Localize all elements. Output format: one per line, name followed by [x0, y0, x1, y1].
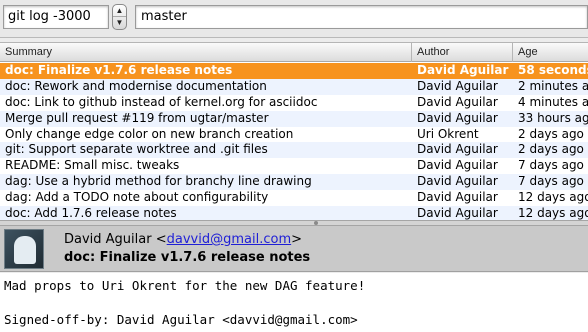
commit-message: Mad props to Uri Okrent for the new DAG … — [0, 273, 588, 332]
branch-input[interactable]: master — [135, 5, 588, 29]
user-avatar-icon — [4, 229, 44, 269]
cell-author: David Aguilar — [417, 110, 498, 125]
table-row[interactable]: doc: Rework and modernise documentation D… — [0, 78, 588, 95]
message-line — [4, 294, 584, 311]
stepper-down-icon[interactable]: ▼ — [113, 17, 126, 29]
commit-author-name: David Aguilar — [64, 232, 152, 247]
cell-age: 58 seconds ago — [518, 63, 588, 77]
cell-age: 33 hours ago — [518, 110, 588, 125]
cell-summary: README: Small misc. tweaks — [5, 158, 180, 173]
cell-summary: doc: Rework and modernise documentation — [5, 78, 267, 93]
cell-age: 7 days ago — [518, 174, 584, 189]
cell-author: David Aguilar — [417, 142, 498, 157]
table-row[interactable]: git: Support separate worktree and .git … — [0, 142, 588, 159]
column-header-summary[interactable]: Summary — [0, 43, 412, 62]
cell-age: 2 minutes ago — [518, 78, 588, 93]
cell-age: 4 minutes ago — [518, 94, 588, 109]
cell-summary: git: Support separate worktree and .git … — [5, 142, 268, 157]
commit-author-line: David Aguilar <davvid@gmail.com> — [64, 232, 302, 247]
cell-age: 2 days ago — [518, 126, 584, 141]
table-row[interactable]: dag: Add a TODO note about configurabili… — [0, 190, 588, 206]
cell-summary: doc: Link to github instead of kernel.or… — [5, 94, 318, 109]
table-row[interactable]: dag: Use a hybrid method for branchy lin… — [0, 174, 588, 191]
commit-author-email-link[interactable]: davvid@gmail.com — [167, 232, 291, 247]
cell-summary: Only change edge color on new branch cre… — [5, 126, 294, 141]
cell-summary: dag: Use a hybrid method for branchy lin… — [5, 174, 312, 189]
count-stepper[interactable]: ▲ ▼ — [112, 4, 127, 30]
cell-author: David Aguilar — [417, 63, 509, 77]
cell-summary: doc: Add 1.7.6 release notes — [5, 206, 177, 220]
avatar-figure — [14, 236, 36, 264]
commit-header: David Aguilar <davvid@gmail.com> doc: Fi… — [0, 226, 588, 272]
cell-summary: dag: Add a TODO note about configurabili… — [5, 190, 269, 205]
email-close-bracket: > — [291, 232, 303, 247]
table-row[interactable]: README: Small misc. tweaks David Aguilar 7… — [0, 158, 588, 174]
cell-author: David Aguilar — [417, 78, 498, 93]
column-header-author[interactable]: Author — [412, 43, 513, 62]
splitter-handle-icon[interactable] — [314, 221, 318, 225]
cell-age: 2 days ago — [518, 142, 584, 157]
cell-author: Uri Okrent — [417, 126, 479, 141]
email-open-bracket: < — [155, 232, 167, 247]
cell-author: David Aguilar — [417, 174, 498, 189]
stepper-up-icon[interactable]: ▲ — [113, 5, 126, 17]
cell-summary: Merge pull request #119 from ugtar/maste… — [5, 110, 269, 125]
table-header: Summary Author Age — [0, 43, 588, 62]
table-row[interactable]: doc: Add 1.7.6 release notes David Aguila… — [0, 206, 588, 220]
cell-age: 7 days ago — [518, 158, 584, 173]
cell-summary: doc: Finalize v1.7.6 release notes — [5, 63, 233, 77]
table-row[interactable]: Only change edge color on new branch cre… — [0, 127, 588, 143]
message-line: Signed-off-by: David Aguilar <davvid@gma… — [4, 312, 358, 327]
table-row[interactable]: doc: Link to github instead of kernel.or… — [0, 95, 588, 111]
log-query-input[interactable]: git log -3000 — [3, 5, 109, 29]
commit-subject: doc: Finalize v1.7.6 release notes — [64, 250, 311, 265]
table-row[interactable]: Merge pull request #119 from ugtar/maste… — [0, 110, 588, 127]
cell-age: 12 days ago — [518, 206, 588, 220]
cell-author: David Aguilar — [417, 158, 498, 173]
cell-author: David Aguilar — [417, 190, 498, 205]
message-line: Mad props to Uri Okrent for the new DAG … — [4, 278, 366, 293]
table-body: doc: Finalize v1.7.6 release notes David … — [0, 63, 588, 220]
table-row-selected[interactable]: doc: Finalize v1.7.6 release notes David … — [0, 63, 588, 79]
commit-table: Summary Author Age doc: Finalize v1.7.6 … — [0, 42, 588, 220]
cell-age: 12 days ago — [518, 190, 588, 205]
cell-author: David Aguilar — [417, 206, 498, 220]
cell-author: David Aguilar — [417, 94, 498, 109]
toolbar: git log -3000 ▲ ▼ master — [0, 0, 588, 38]
column-header-age[interactable]: Age — [513, 43, 588, 62]
